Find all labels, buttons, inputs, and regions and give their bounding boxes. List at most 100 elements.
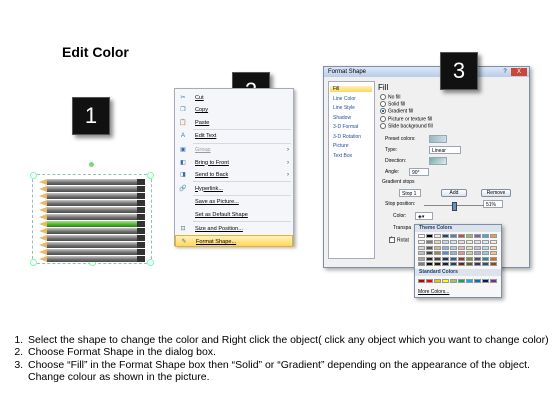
standard-color-swatch[interactable] bbox=[418, 279, 425, 283]
theme-shade-swatch[interactable] bbox=[450, 251, 457, 255]
theme-shade-swatch[interactable] bbox=[466, 245, 473, 250]
stop-position-slider[interactable] bbox=[424, 202, 484, 211]
nav-item-line-color[interactable]: Line Color bbox=[333, 96, 356, 102]
theme-shade-swatch[interactable] bbox=[474, 240, 481, 244]
resize-handle-bl[interactable] bbox=[30, 259, 37, 266]
theme-shade-swatch[interactable] bbox=[442, 251, 449, 255]
radio-button[interactable] bbox=[380, 122, 386, 129]
menu-item-format-shape[interactable]: ✎ Format Shape... bbox=[175, 234, 293, 247]
theme-color-swatch[interactable] bbox=[466, 234, 473, 238]
theme-shade-swatch[interactable] bbox=[466, 262, 473, 266]
standard-color-swatch[interactable] bbox=[482, 279, 489, 283]
preset-colors-dropdown[interactable] bbox=[429, 135, 447, 143]
rotate-with-shape[interactable]: Rotat bbox=[389, 235, 409, 244]
theme-shade-swatch[interactable] bbox=[450, 262, 457, 266]
theme-shade-swatch[interactable] bbox=[426, 251, 433, 255]
theme-shade-swatch[interactable] bbox=[434, 262, 441, 266]
more-colors-link[interactable]: More Colors... bbox=[418, 289, 449, 295]
theme-shade-swatch[interactable] bbox=[482, 245, 489, 250]
theme-shade-swatch[interactable] bbox=[466, 251, 473, 255]
theme-shade-swatch[interactable] bbox=[426, 256, 433, 261]
standard-color-swatch[interactable] bbox=[442, 279, 449, 283]
theme-shade-swatch[interactable] bbox=[418, 245, 425, 250]
theme-shade-swatch[interactable] bbox=[490, 256, 497, 261]
stop-select[interactable]: Stop 1 bbox=[399, 189, 421, 197]
menu-item-send-to-back[interactable]: ◨ Send to Back › bbox=[175, 169, 293, 181]
dialog-title-bar[interactable]: Format Shape ? X bbox=[324, 67, 529, 77]
theme-shade-swatch[interactable] bbox=[418, 240, 425, 244]
theme-color-swatch[interactable] bbox=[442, 234, 449, 238]
standard-color-swatch[interactable] bbox=[450, 279, 457, 283]
theme-shade-swatch[interactable] bbox=[458, 256, 465, 261]
radio-button[interactable] bbox=[380, 108, 386, 115]
standard-color-swatch[interactable] bbox=[434, 279, 441, 283]
standard-color-swatch[interactable] bbox=[426, 279, 433, 283]
theme-shade-swatch[interactable] bbox=[490, 262, 497, 266]
angle-input[interactable]: 90° bbox=[409, 168, 429, 176]
pencil[interactable] bbox=[39, 242, 145, 248]
theme-shade-swatch[interactable] bbox=[450, 256, 457, 261]
pencil[interactable] bbox=[39, 200, 145, 206]
type-select[interactable]: Linear bbox=[429, 146, 461, 154]
resize-handle-tl[interactable] bbox=[30, 172, 37, 179]
radio-button[interactable] bbox=[380, 101, 386, 108]
menu-item-copy[interactable]: ❐ Copy bbox=[175, 104, 293, 116]
standard-color-swatch[interactable] bbox=[490, 279, 497, 283]
standard-color-swatch[interactable] bbox=[474, 279, 481, 283]
theme-shade-swatch[interactable] bbox=[490, 251, 497, 255]
theme-shade-swatch[interactable] bbox=[450, 245, 457, 250]
theme-shade-swatch[interactable] bbox=[490, 240, 497, 244]
close-button[interactable]: X bbox=[511, 68, 527, 76]
theme-shade-swatch[interactable] bbox=[474, 251, 481, 255]
nav-item-3-d-rotation[interactable]: 3-D Rotation bbox=[333, 134, 361, 140]
theme-shade-swatch[interactable] bbox=[434, 251, 441, 255]
theme-shade-swatch[interactable] bbox=[418, 262, 425, 266]
menu-item-paste[interactable]: 📋 Paste bbox=[175, 117, 293, 129]
theme-shade-swatch[interactable] bbox=[434, 256, 441, 261]
theme-shade-swatch[interactable] bbox=[442, 262, 449, 266]
theme-shade-swatch[interactable] bbox=[474, 262, 481, 266]
theme-color-swatch[interactable] bbox=[434, 234, 441, 238]
theme-color-swatch[interactable] bbox=[418, 234, 425, 238]
rotate-checkbox[interactable] bbox=[389, 235, 395, 243]
theme-color-swatch[interactable] bbox=[490, 234, 497, 238]
theme-shade-swatch[interactable] bbox=[418, 256, 425, 261]
direction-dropdown[interactable] bbox=[429, 157, 447, 165]
theme-shade-swatch[interactable] bbox=[482, 251, 489, 255]
theme-color-swatch[interactable] bbox=[426, 234, 433, 238]
rotate-handle[interactable] bbox=[89, 162, 94, 167]
theme-shade-swatch[interactable] bbox=[466, 256, 473, 261]
theme-shade-swatch[interactable] bbox=[466, 240, 473, 244]
theme-shade-swatch[interactable] bbox=[458, 240, 465, 244]
standard-color-swatch[interactable] bbox=[458, 279, 465, 283]
add-stop-button[interactable]: Add bbox=[441, 189, 467, 197]
theme-shade-swatch[interactable] bbox=[434, 245, 441, 250]
stop-position-input[interactable]: 51% bbox=[483, 200, 503, 208]
pencil[interactable] bbox=[39, 186, 145, 192]
menu-item-size-and-position[interactable]: ⊡ Size and Position... bbox=[175, 223, 293, 235]
theme-shade-swatch[interactable] bbox=[490, 245, 497, 250]
theme-shade-swatch[interactable] bbox=[434, 240, 441, 244]
pencil[interactable] bbox=[39, 228, 145, 234]
pencil[interactable] bbox=[39, 249, 145, 255]
radio-button[interactable] bbox=[380, 115, 386, 122]
theme-shade-swatch[interactable] bbox=[474, 256, 481, 261]
theme-shade-swatch[interactable] bbox=[450, 240, 457, 244]
theme-shade-swatch[interactable] bbox=[442, 256, 449, 261]
theme-shade-swatch[interactable] bbox=[482, 240, 489, 244]
standard-color-swatch[interactable] bbox=[466, 279, 473, 283]
selected-pencil-group[interactable] bbox=[30, 162, 154, 266]
theme-shade-swatch[interactable] bbox=[458, 245, 465, 250]
fill-option-slide-background-fill[interactable]: Slide background fill bbox=[380, 122, 433, 130]
theme-shade-swatch[interactable] bbox=[442, 240, 449, 244]
nav-item-text-box[interactable]: Text Box bbox=[333, 153, 352, 159]
theme-shade-swatch[interactable] bbox=[442, 245, 449, 250]
menu-item-save-as-picture[interactable]: Save as Picture... bbox=[175, 196, 293, 208]
theme-shade-swatch[interactable] bbox=[474, 245, 481, 250]
menu-item-group[interactable]: ▣ Group › bbox=[175, 144, 293, 156]
menu-item-edit-text[interactable]: A Edit Text bbox=[175, 130, 293, 142]
theme-shade-swatch[interactable] bbox=[482, 256, 489, 261]
help-icon[interactable]: ? bbox=[501, 68, 509, 76]
slider-knob[interactable] bbox=[452, 202, 457, 211]
nav-item-picture[interactable]: Picture bbox=[333, 143, 349, 149]
